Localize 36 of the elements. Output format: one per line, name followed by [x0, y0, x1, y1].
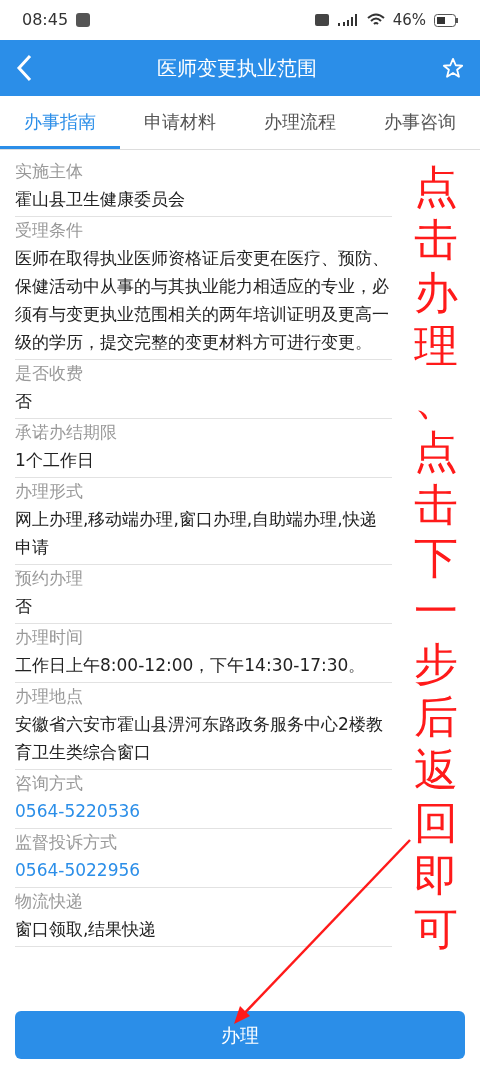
star-icon[interactable]	[442, 57, 464, 79]
signal-icon	[336, 13, 359, 27]
tab[interactable]: 申请材料	[120, 96, 240, 149]
field-label: 咨询方式	[15, 772, 84, 795]
page-title: 医师变更执业范围	[156, 55, 318, 82]
field-label: 是否收费	[15, 362, 84, 385]
tab[interactable]: 办事咨询	[360, 96, 480, 149]
back-icon[interactable]	[16, 54, 32, 82]
status-time: 08:45	[22, 9, 69, 31]
field-value: 霍山县卫生健康委员会	[15, 188, 186, 211]
battery-icon	[434, 13, 458, 27]
action-button[interactable]: 办理	[15, 1011, 465, 1059]
phone-link[interactable]: 0564-5220536	[15, 797, 392, 828]
field-label: 承诺办结期限	[15, 421, 118, 444]
field-label: 监督投诉方式	[15, 831, 118, 854]
field-value: 网上办理,移动端办理,窗口办理,自助端办理,快递申请	[15, 508, 378, 559]
field-label: 办理时间	[15, 626, 84, 649]
field-label: 预约办理	[15, 567, 84, 590]
field-value: 安徽省六安市霍山县淠河东路政务服务中心2楼教育卫生类综合窗口	[15, 713, 384, 764]
field-label: 物流快递	[15, 890, 84, 913]
wifi-icon	[366, 13, 385, 27]
field-label: 办理形式	[15, 480, 84, 503]
battery-level: 46%	[392, 9, 426, 31]
field-label: 实施主体	[15, 160, 84, 183]
phone-link[interactable]: 0564-5022956	[15, 856, 392, 887]
field-value: 否	[15, 595, 33, 618]
annotation-text: 点击办理、点击下一步后返回即可	[414, 160, 458, 955]
field-value: 窗口领取,结果快递	[15, 918, 158, 941]
field-value: 医师在取得执业医师资格证后变更在医疗、预防、保健活动中从事的与其执业能力相适应的专业，必须有与变更执业范围相关的两年培训证明及更高一级的学历，提交完整的变更材料方可进行变更。	[15, 247, 390, 354]
field-label: 受理条件	[15, 219, 84, 242]
field-value: 工作日上午8:00-12:00，下午14:30-17:30。	[15, 654, 367, 677]
field-value: 否	[15, 390, 33, 413]
field-label: 办理地点	[15, 685, 84, 708]
tab[interactable]: 办事指南	[0, 96, 120, 149]
field-value: 1个工作日	[15, 449, 95, 472]
tab[interactable]: 办理流程	[240, 96, 360, 149]
